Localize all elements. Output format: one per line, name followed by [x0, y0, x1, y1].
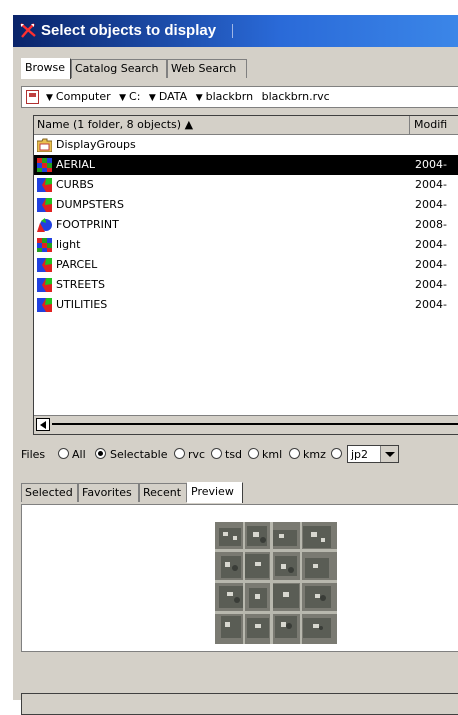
list-item-streets[interactable]: STREETS 2004- [34, 275, 458, 295]
breadcrumb-data[interactable]: ▼ DATA [149, 90, 187, 103]
radio-all-label[interactable]: All [72, 448, 86, 461]
tab-recent[interactable]: Recent [139, 483, 187, 502]
vector-icon [37, 198, 52, 212]
list-item-utilities[interactable]: UTILITIES 2004- [34, 295, 458, 315]
title-caret [232, 24, 233, 38]
list-item-displaygroups[interactable]: DisplayGroups [34, 135, 458, 155]
column-header-name[interactable]: Name (1 folder, 8 objects) ▲ [34, 116, 410, 134]
tab-browse[interactable]: Browse [21, 58, 71, 79]
path-breadcrumb[interactable]: ▼ Computer ▼ C: ▼ DATA ▼ blackbrn blackbrn.r… [21, 86, 458, 108]
list-item-light[interactable]: light 2004- [34, 235, 458, 255]
tab-favorites[interactable]: Favorites [78, 483, 139, 502]
raster-icon [37, 158, 52, 172]
files-label: Files [21, 448, 46, 461]
chevron-down-icon[interactable]: ▼ [46, 93, 53, 103]
tab-catalog-search[interactable]: Catalog Search [71, 59, 167, 78]
chevron-down-icon[interactable]: ▼ [149, 93, 156, 103]
object-list[interactable]: Name (1 folder, 8 objects) ▲ Modifi Disp… [33, 115, 458, 435]
vector-icon [37, 298, 52, 312]
vector-icon [37, 178, 52, 192]
list-item-dumpsters[interactable]: DUMPSTERS 2004- [34, 195, 458, 215]
file-type-filters: Files All Selectable rvc tsd kml kmz jp2 [21, 445, 458, 465]
breadcrumb-computer[interactable]: ▼ Computer [46, 90, 111, 103]
window-title: Select objects to display [41, 22, 217, 39]
tab-preview[interactable]: Preview [187, 482, 243, 503]
status-bar [21, 693, 458, 715]
list-item-parcel[interactable]: PARCEL 2004- [34, 255, 458, 275]
radio-rvc[interactable] [174, 448, 185, 459]
breadcrumb: ▼ Computer ▼ C: ▼ DATA ▼ blackbrn blackbrn.r… [46, 90, 335, 103]
radio-kml-label[interactable]: kml [262, 448, 282, 461]
raster-icon [37, 238, 52, 252]
format-dropdown-value: jp2 [351, 448, 369, 461]
vector-icon [37, 278, 52, 292]
radio-tsd[interactable] [211, 448, 222, 459]
folder-icon [37, 138, 52, 152]
radio-rvc-label[interactable]: rvc [188, 448, 205, 461]
chevron-down-icon[interactable]: ▼ [196, 93, 203, 103]
horizontal-scrollbar[interactable] [34, 415, 458, 434]
tab-web-search[interactable]: Web Search [167, 59, 247, 78]
image-file-icon [26, 90, 39, 104]
radio-kmz-label[interactable]: kmz [303, 448, 326, 461]
breadcrumb-drive[interactable]: ▼ C: [119, 90, 140, 103]
shape-icon [37, 218, 52, 232]
radio-all[interactable] [58, 448, 69, 459]
vector-icon [37, 258, 52, 272]
app-arrows-icon [20, 23, 36, 38]
format-dropdown[interactable]: jp2 [347, 445, 399, 463]
list-item-aerial[interactable]: AERIAL 2004- [34, 155, 458, 175]
breadcrumb-rvc-file[interactable]: blackbrn.rvc [262, 90, 330, 103]
radio-kml[interactable] [248, 448, 259, 459]
chevron-down-icon[interactable] [380, 446, 398, 462]
select-objects-dialog: Select objects to display Browse Catalog… [11, 15, 458, 715]
radio-selectable[interactable] [95, 448, 106, 459]
title-bar[interactable]: Select objects to display [13, 15, 458, 47]
scroll-track[interactable] [52, 423, 458, 425]
list-header: Name (1 folder, 8 objects) ▲ Modifi [34, 116, 458, 135]
radio-kmz[interactable] [289, 448, 300, 459]
tab-selected[interactable]: Selected [21, 483, 78, 502]
list-item-curbs[interactable]: CURBS 2004- [34, 175, 458, 195]
radio-selectable-label[interactable]: Selectable [110, 448, 167, 461]
aerial-thumbnail [215, 522, 337, 644]
list-item-footprint[interactable]: FOOTPRINT 2008- [34, 215, 458, 235]
chevron-down-icon[interactable]: ▼ [119, 93, 126, 103]
scroll-left-button[interactable] [36, 418, 50, 431]
breadcrumb-blackbrn[interactable]: ▼ blackbrn [196, 90, 253, 103]
preview-panel [21, 504, 458, 652]
column-header-modified[interactable]: Modifi [411, 116, 447, 134]
radio-format[interactable] [331, 448, 342, 459]
radio-tsd-label[interactable]: tsd [225, 448, 242, 461]
